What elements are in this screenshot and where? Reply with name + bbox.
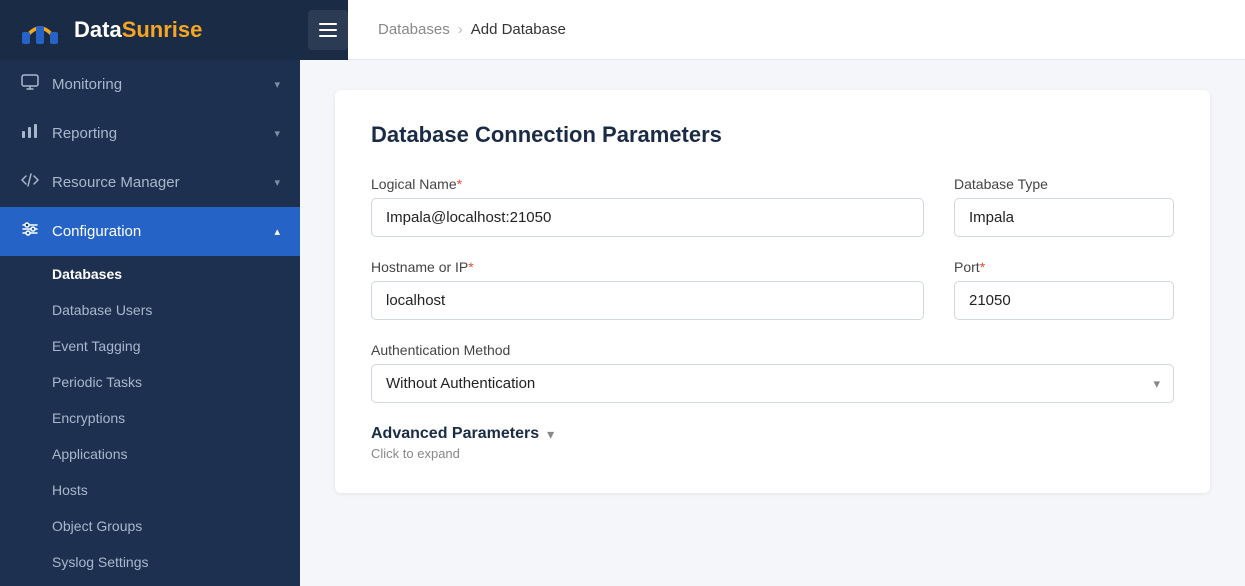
sidebar-subitem-hosts[interactable]: Hosts	[0, 472, 300, 508]
database-type-group: Database Type	[954, 176, 1174, 237]
auth-method-select-wrapper: Without Authentication Username/Password…	[371, 364, 1174, 403]
sidebar-item-resource-manager[interactable]: Resource Manager ▾	[0, 158, 300, 207]
advanced-params-section: Advanced Parameters ▾ Click to expand	[371, 425, 1174, 461]
monitor-icon	[20, 74, 40, 95]
hamburger-button[interactable]	[308, 10, 348, 50]
content-area: Database Connection Parameters Logical N…	[300, 60, 1245, 586]
sidebar-subitem-object-groups[interactable]: Object Groups	[0, 508, 300, 544]
logo-area: DataSunrise	[0, 12, 300, 48]
sidebar-subitem-periodic-tasks[interactable]: Periodic Tasks	[0, 364, 300, 400]
sidebar-subitem-database-users[interactable]: Database Users	[0, 292, 300, 328]
configuration-arrow: ▴	[274, 225, 280, 238]
monitoring-arrow: ▾	[274, 78, 280, 91]
form-card: Database Connection Parameters Logical N…	[335, 90, 1210, 493]
auth-method-select[interactable]: Without Authentication Username/Password…	[371, 364, 1174, 403]
breadcrumb-current: Add Database	[471, 21, 566, 38]
logo-icon	[18, 12, 62, 48]
hostname-label: Hostname or IP*	[371, 259, 924, 275]
sidebar-subitem-event-tagging[interactable]: Event Tagging	[0, 328, 300, 364]
resource-manager-arrow: ▾	[274, 176, 280, 189]
port-group: Port*	[954, 259, 1174, 320]
form-row-3: Authentication Method Without Authentica…	[371, 342, 1174, 403]
database-type-label: Database Type	[954, 176, 1174, 192]
sidebar-item-configuration[interactable]: Configuration ▴	[0, 207, 300, 256]
auth-method-group: Authentication Method Without Authentica…	[371, 342, 1174, 403]
logical-name-label: Logical Name*	[371, 176, 924, 192]
form-row-2: Hostname or IP* Port*	[371, 259, 1174, 320]
form-title: Database Connection Parameters	[371, 122, 1174, 148]
chart-icon	[20, 123, 40, 144]
code-icon	[20, 172, 40, 193]
reporting-label: Reporting	[52, 125, 262, 142]
breadcrumb-bar: Databases › Add Database	[348, 0, 1245, 60]
sidebar-item-monitoring[interactable]: Monitoring ▾	[0, 60, 300, 109]
database-type-input[interactable]	[954, 198, 1174, 237]
advanced-params-hint: Click to expand	[371, 446, 1174, 461]
configuration-label: Configuration	[52, 223, 262, 240]
monitoring-label: Monitoring	[52, 76, 262, 93]
port-input[interactable]	[954, 281, 1174, 320]
advanced-params-chevron-icon: ▾	[547, 426, 554, 443]
sidebar-subitem-syslog-settings[interactable]: Syslog Settings	[0, 544, 300, 580]
hostname-input[interactable]	[371, 281, 924, 320]
reporting-arrow: ▾	[274, 127, 280, 140]
form-row-1: Logical Name* Database Type	[371, 176, 1174, 237]
sidebar-subitem-encryptions[interactable]: Encryptions	[0, 400, 300, 436]
auth-method-label: Authentication Method	[371, 342, 1174, 358]
logical-name-group: Logical Name*	[371, 176, 924, 237]
sidebar-subitem-applications[interactable]: Applications	[0, 436, 300, 472]
logical-name-input[interactable]	[371, 198, 924, 237]
logo-text: DataSunrise	[74, 17, 202, 43]
hostname-group: Hostname or IP*	[371, 259, 924, 320]
advanced-params-title: Advanced Parameters	[371, 425, 539, 443]
sidebar-item-reporting[interactable]: Reporting ▾	[0, 109, 300, 158]
sidebar: Monitoring ▾ Reporting ▾ Resource Manage…	[0, 60, 300, 586]
breadcrumb-parent[interactable]: Databases	[378, 21, 450, 38]
sliders-icon	[20, 221, 40, 242]
resource-manager-label: Resource Manager	[52, 174, 262, 191]
sidebar-subitem-databases[interactable]: Databases	[0, 256, 300, 292]
advanced-params-toggle[interactable]: Advanced Parameters ▾	[371, 425, 1174, 443]
breadcrumb-separator: ›	[458, 21, 463, 38]
port-label: Port*	[954, 259, 1174, 275]
